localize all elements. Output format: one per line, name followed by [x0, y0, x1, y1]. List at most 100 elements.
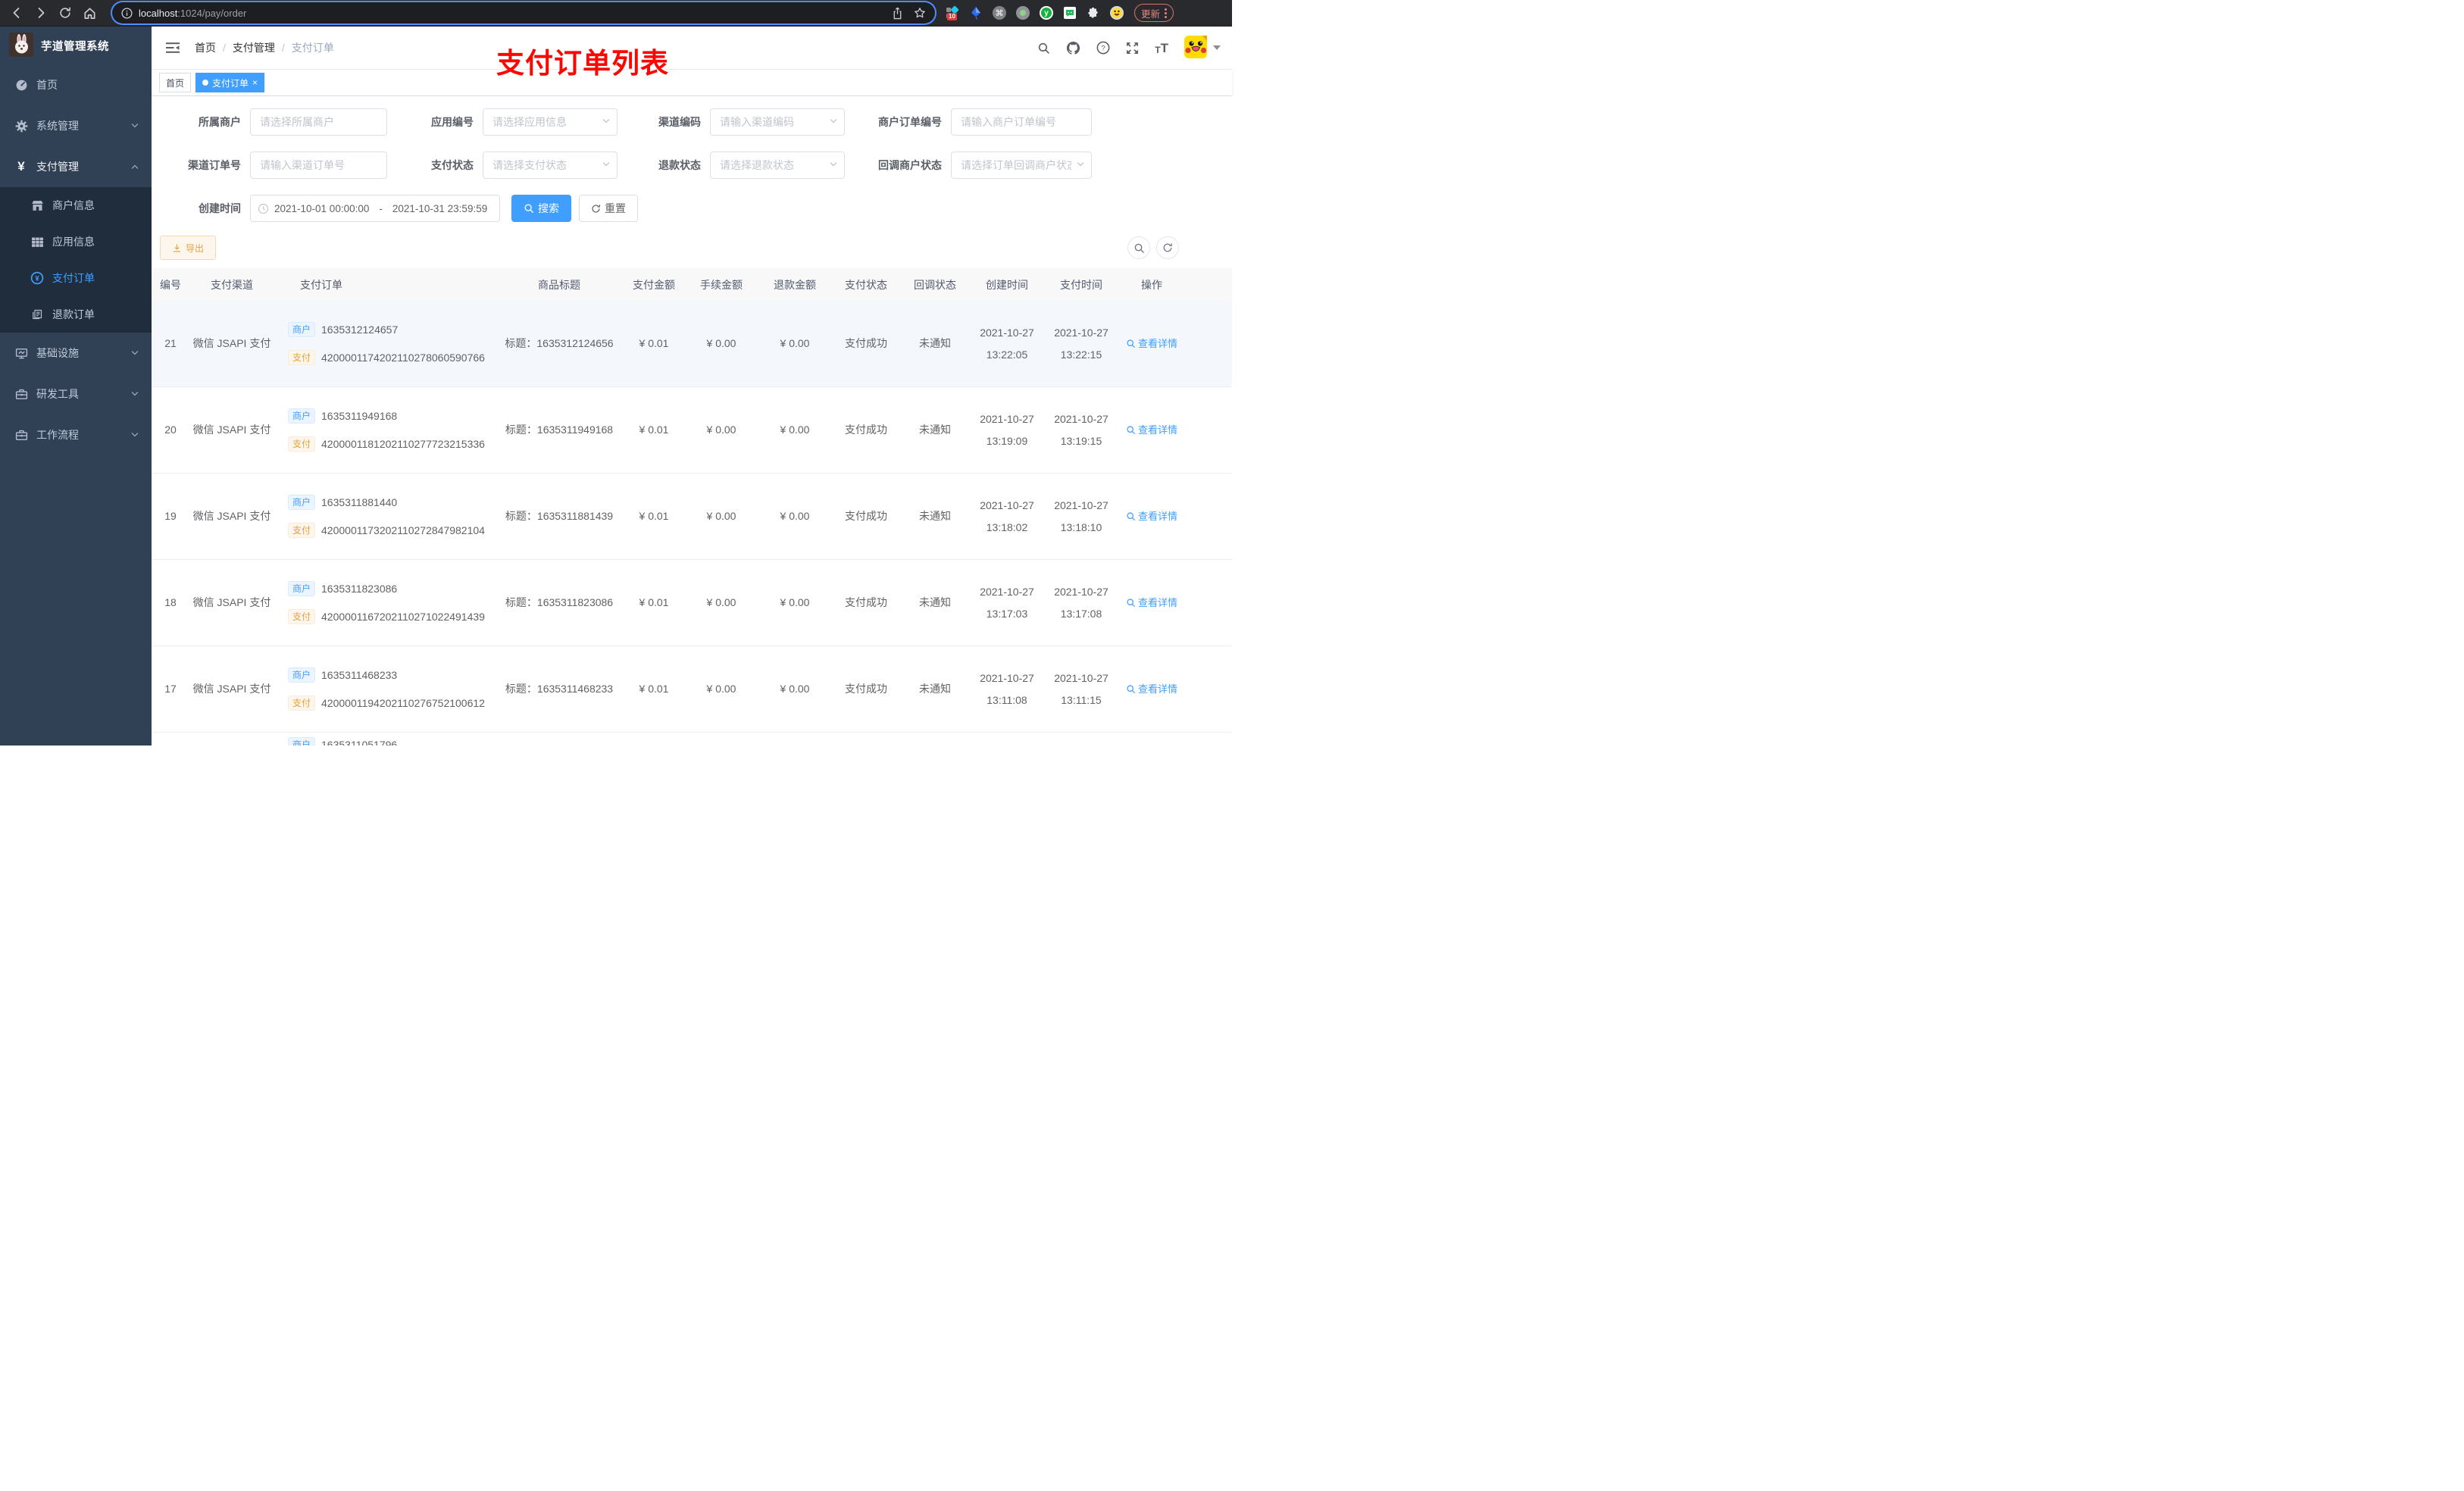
- url-bar[interactable]: localhost:1024/pay/order: [112, 2, 935, 23]
- date-range-input[interactable]: 2021-10-01 00:00:00 - 2021-10-31 23:59:5…: [250, 195, 500, 222]
- logo-rabbit-icon: [9, 32, 33, 59]
- filter-input[interactable]: [483, 152, 618, 179]
- svg-text:¥: ¥: [35, 275, 39, 283]
- view-detail-link[interactable]: 查看详情: [1126, 505, 1177, 527]
- filter-input[interactable]: [250, 152, 387, 179]
- refresh-table-button[interactable]: [1156, 236, 1179, 259]
- sidebar-item-dev-tools[interactable]: 研发工具: [0, 374, 152, 414]
- cell-id: 17: [164, 683, 177, 695]
- sidebar-item-home[interactable]: 首页: [0, 64, 152, 105]
- view-detail-link[interactable]: 查看详情: [1126, 419, 1177, 441]
- sidebar-item-pay-order[interactable]: ¥ 支付订单: [0, 260, 152, 296]
- date-end: 2021-10-31 23:59:59: [392, 202, 488, 214]
- sidebar-collapse-icon[interactable]: [163, 42, 183, 54]
- cell-id: 20: [164, 424, 177, 436]
- browser-home-button[interactable]: [79, 2, 100, 23]
- filter-input[interactable]: [710, 152, 845, 179]
- filter-input[interactable]: [710, 108, 845, 136]
- table-row: 19 微信 JSAPI 支付 商户 1635311881440 支付 4200001…: [152, 474, 1232, 560]
- merchant-tag: 商户: [288, 408, 316, 424]
- browser-forward-button[interactable]: [30, 2, 52, 23]
- extension-chat-icon[interactable]: [1063, 6, 1077, 20]
- orders-table: 编号 支付渠道 支付订单 商品标题 支付金额 手续金额 退款金额 支付状态 回调状态 创建时间 支付…: [152, 268, 1232, 746]
- export-button[interactable]: 导出: [160, 236, 217, 260]
- view-detail-link[interactable]: 查看详情: [1126, 592, 1177, 614]
- extension-emoji-avatar[interactable]: [1110, 6, 1124, 20]
- cell-pay-order: 商户 1635311949168 支付 4200001181202110277723…: [274, 387, 496, 473]
- cell-status: 支付成功: [845, 683, 887, 695]
- cell-title: 标题：1635311881439: [505, 510, 614, 522]
- filter-input[interactable]: [951, 108, 1092, 136]
- view-tab-inactive[interactable]: 首页: [159, 73, 192, 92]
- browser-reload-button[interactable]: [55, 2, 76, 23]
- date-start: 2021-10-01 00:00:00: [274, 202, 370, 214]
- cell-action: 查看详情: [1118, 560, 1185, 645]
- sidebar-item-workflow[interactable]: 工作流程: [0, 414, 152, 455]
- view-tab-active[interactable]: 支付订单 ×: [195, 73, 265, 92]
- filter-input[interactable]: [951, 152, 1092, 179]
- filter-input[interactable]: [250, 108, 387, 136]
- view-detail-link[interactable]: 查看详情: [1126, 333, 1177, 355]
- sidebar-item-pay[interactable]: ¥ 支付管理: [0, 146, 152, 187]
- cell-pay-order: 商户 1635311051796: [274, 733, 496, 746]
- cell-notify: 未通知: [919, 683, 951, 695]
- help-icon[interactable]: ?: [1096, 41, 1110, 55]
- column-header: 编号: [160, 278, 181, 291]
- cell-action: 查看详情: [1118, 301, 1185, 386]
- share-icon[interactable]: [892, 7, 903, 20]
- cell-amount: ¥ 0.01: [639, 596, 669, 608]
- cell-title: 标题：1635311823086: [505, 596, 614, 608]
- extension-recorder-icon[interactable]: [1016, 6, 1030, 20]
- cell-paid: 2021-10-27 13:11:15: [1054, 671, 1108, 706]
- reset-button[interactable]: 重置: [579, 195, 638, 222]
- close-icon[interactable]: ×: [252, 78, 258, 87]
- github-icon[interactable]: [1066, 41, 1080, 55]
- extension-kite-icon[interactable]: [969, 6, 983, 20]
- column-header: 回调状态: [914, 278, 956, 291]
- briefcase-icon: [13, 429, 30, 442]
- filter-label: 应用编号: [431, 116, 474, 128]
- cell-refund: ¥ 0.00: [780, 683, 810, 695]
- header-search-icon[interactable]: [1037, 42, 1050, 55]
- chevron-icon: [130, 349, 139, 358]
- sidebar-item-merchant-info[interactable]: 商户信息: [0, 187, 152, 223]
- toggle-search-button[interactable]: [1127, 236, 1150, 259]
- fullscreen-icon[interactable]: [1126, 42, 1139, 55]
- browser-menu-icon[interactable]: [1165, 8, 1168, 18]
- breadcrumb-item[interactable]: 首页: [195, 40, 216, 55]
- browser-update-button[interactable]: 更新: [1134, 4, 1174, 22]
- sidebar-item-system[interactable]: 系统管理: [0, 105, 152, 146]
- cell-amount: [623, 733, 685, 746]
- merchant-tag: 商户: [288, 495, 316, 510]
- filter-label: 所属商户: [199, 116, 241, 128]
- browser-back-button[interactable]: [6, 2, 27, 23]
- cell-amount: ¥ 0.01: [639, 683, 669, 695]
- breadcrumb-item[interactable]: 支付管理: [233, 40, 275, 55]
- pay-tag: 支付: [288, 350, 316, 365]
- cell-created: [970, 733, 1044, 746]
- sidebar-item-infrastructure[interactable]: 基础设施: [0, 333, 152, 374]
- extension-y-icon[interactable]: y: [1040, 6, 1053, 20]
- column-header: 支付时间: [1060, 278, 1102, 291]
- filter-input[interactable]: [483, 108, 618, 136]
- cell-notify: 未通知: [919, 596, 951, 608]
- font-size-icon[interactable]: TT: [1155, 42, 1168, 55]
- view-detail-link[interactable]: 查看详情: [1126, 678, 1177, 700]
- sidebar-item-refund-order[interactable]: 退款订单: [0, 296, 152, 333]
- date-filter-label: 创建时间: [199, 202, 241, 214]
- sidebar-item-app-info[interactable]: 应用信息: [0, 223, 152, 260]
- merchant-tag: 商户: [288, 737, 316, 746]
- search-button[interactable]: 搜索: [511, 195, 571, 222]
- svg-text:?: ?: [1102, 44, 1105, 52]
- extensions-puzzle-icon[interactable]: [1087, 6, 1100, 20]
- avatar-caret-icon: [1213, 45, 1221, 50]
- extension-devtools-icon[interactable]: 10: [946, 5, 959, 20]
- app-logo[interactable]: 芋道管理系统: [0, 27, 152, 64]
- bookmark-star-icon[interactable]: [914, 7, 926, 19]
- cell-fee: ¥ 0.00: [706, 510, 736, 522]
- site-info-icon[interactable]: [121, 7, 133, 19]
- user-avatar[interactable]: [1184, 35, 1221, 61]
- extension-command-icon[interactable]: ⌘: [993, 6, 1006, 20]
- yen-circle-icon: ¥: [29, 271, 45, 285]
- cell-fee: ¥ 0.00: [706, 596, 736, 608]
